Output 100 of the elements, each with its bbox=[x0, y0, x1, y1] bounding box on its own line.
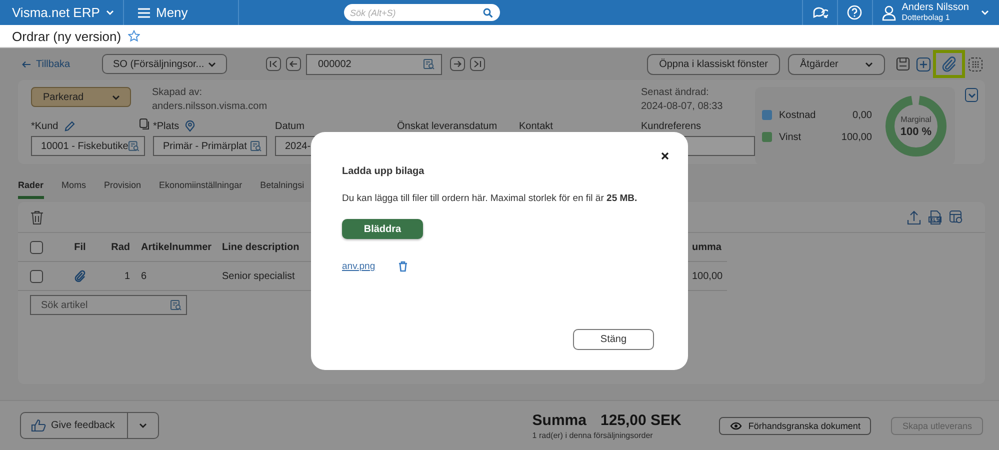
created-by: anders.nilsson.visma.com bbox=[152, 101, 268, 112]
dialog-text: Du kan lägga till filer till ordern här. Maximal storlek för en fil är 25 MB. bbox=[342, 193, 638, 204]
lookup-icon[interactable] bbox=[423, 58, 435, 70]
total-label: Summa bbox=[532, 412, 586, 428]
paperclip-icon[interactable] bbox=[74, 270, 86, 282]
column-header[interactable]: Fil bbox=[60, 242, 100, 252]
caret-icon bbox=[208, 62, 216, 66]
location-icon[interactable] bbox=[185, 120, 196, 132]
column-header[interactable]: Rad bbox=[100, 242, 130, 252]
table-cell-text: 6 bbox=[140, 270, 148, 282]
trash-icon[interactable] bbox=[398, 261, 408, 272]
lookup-field[interactable]: 10001 - Fiskebutike bbox=[31, 136, 145, 156]
app-name[interactable]: Visma.net ERP bbox=[12, 5, 100, 20]
field-label: Önskat leveransdatum bbox=[397, 120, 498, 132]
menu-label[interactable]: Meny bbox=[156, 5, 188, 20]
eye-icon bbox=[730, 422, 742, 430]
nav-button[interactable] bbox=[266, 57, 281, 71]
paperclip-icon[interactable] bbox=[941, 56, 957, 72]
company-name[interactable]: Dotterbolag 1 bbox=[902, 12, 969, 22]
tab[interactable]: Ekonomiinställningar bbox=[159, 176, 242, 199]
caret-icon bbox=[981, 10, 989, 15]
lookup-icon[interactable] bbox=[128, 140, 140, 152]
column-header[interactable]: umma bbox=[692, 242, 727, 252]
legend-value: 100,00 bbox=[841, 132, 872, 142]
expand-button[interactable] bbox=[965, 88, 978, 102]
status-dropdown[interactable]: Parkerad bbox=[31, 87, 131, 107]
legend-label: Kostnad bbox=[779, 110, 816, 120]
nav-button[interactable] bbox=[286, 57, 301, 71]
field-label: Datum bbox=[275, 120, 304, 132]
lookup-field[interactable]: Primär - Primärplat bbox=[153, 136, 267, 156]
search-icon[interactable] bbox=[483, 8, 493, 18]
modified-date: 2024-08-07, 08:33 bbox=[641, 101, 723, 112]
star-icon[interactable] bbox=[128, 30, 140, 42]
arrow-right-icon bbox=[453, 60, 462, 68]
field-label: *Plats bbox=[153, 120, 180, 132]
tab[interactable]: Betalningsi bbox=[260, 176, 304, 199]
field-label: *Kund bbox=[31, 120, 58, 132]
table-cell-text: 100,00 bbox=[692, 270, 724, 282]
search-field[interactable]: Sök (Alt+S) bbox=[344, 4, 500, 21]
menu-icon[interactable] bbox=[138, 8, 150, 18]
upload-icon[interactable] bbox=[907, 210, 921, 224]
thumbs-up-icon bbox=[31, 419, 46, 432]
table-cell-text: Senior specialist bbox=[222, 270, 296, 282]
add-icon[interactable] bbox=[916, 56, 930, 72]
table-settings-icon[interactable] bbox=[949, 210, 963, 224]
search-field[interactable]: Sök artikel bbox=[30, 295, 187, 315]
close-icon[interactable] bbox=[661, 152, 669, 160]
back-link[interactable]: Tillbaka bbox=[22, 58, 102, 70]
classic-window-button[interactable]: Öppna i klassiskt fönster bbox=[647, 54, 780, 74]
column-header[interactable]: Artikelnummer bbox=[130, 242, 222, 252]
tab[interactable]: Provision bbox=[104, 176, 142, 199]
file-link[interactable]: anv.png bbox=[342, 261, 376, 272]
nav-button[interactable] bbox=[470, 57, 485, 71]
user-name[interactable]: Anders Nilsson bbox=[902, 2, 969, 12]
dialog-title: Ladda upp bilaga bbox=[342, 166, 426, 177]
arrow-left-icon bbox=[289, 60, 298, 68]
order-type-dropdown[interactable]: SO (Försäljningsor... bbox=[102, 54, 227, 74]
total-amount: 125,00 SEK bbox=[600, 412, 682, 428]
excel-icon[interactable] bbox=[928, 210, 942, 224]
row-count: 1 rad(er) i denna försäljningsorder bbox=[532, 430, 654, 440]
grid-icon[interactable] bbox=[968, 56, 982, 72]
last-page-icon bbox=[473, 60, 482, 68]
field-label: Kontakt bbox=[519, 120, 553, 132]
table-cell-text: 1 bbox=[123, 270, 130, 282]
user-icon[interactable] bbox=[882, 4, 896, 20]
caret-icon bbox=[865, 62, 873, 66]
caret-icon bbox=[968, 92, 976, 98]
field-label: Kundreferens bbox=[641, 120, 702, 132]
lookup-icon[interactable] bbox=[170, 299, 182, 311]
modified-label: Senast ändrad: bbox=[641, 87, 710, 98]
browse-button[interactable]: Bläddra bbox=[342, 219, 423, 239]
caret-icon bbox=[138, 423, 147, 428]
first-page-icon bbox=[269, 60, 278, 68]
chat-icon[interactable] bbox=[812, 6, 828, 20]
checkbox[interactable] bbox=[30, 240, 43, 254]
help-icon[interactable] bbox=[847, 5, 862, 20]
tab[interactable]: Rader bbox=[18, 176, 44, 199]
nav-button[interactable] bbox=[450, 57, 465, 71]
legend-label: Vinst bbox=[779, 132, 802, 142]
margin-value: 100 % bbox=[900, 126, 932, 138]
lookup-icon[interactable] bbox=[250, 140, 262, 152]
legend-value: 0,00 bbox=[852, 110, 872, 120]
arrow-left-icon bbox=[22, 60, 31, 68]
pencil-icon[interactable] bbox=[64, 120, 76, 132]
tab[interactable]: Moms bbox=[62, 176, 86, 199]
copy-icon[interactable] bbox=[139, 118, 150, 130]
trash-icon[interactable] bbox=[30, 210, 44, 224]
order-number-field[interactable]: 000002 bbox=[306, 54, 442, 74]
feedback-menu-button[interactable] bbox=[128, 412, 159, 439]
close-button[interactable]: Stäng bbox=[573, 329, 654, 350]
actions-dropdown[interactable]: Åtgärder bbox=[788, 54, 885, 74]
created-by-label: Skapad av: bbox=[152, 87, 204, 98]
preview-button[interactable]: Förhandsgranska dokument bbox=[719, 416, 872, 434]
feedback-button[interactable]: Give feedback bbox=[20, 412, 128, 439]
save-icon[interactable] bbox=[896, 57, 910, 71]
checkbox[interactable] bbox=[30, 270, 43, 282]
caret-icon bbox=[112, 94, 120, 100]
page-title: Ordrar (ny version) bbox=[12, 28, 122, 44]
margin-label: Marginal bbox=[900, 114, 932, 126]
caret-icon bbox=[106, 10, 114, 15]
